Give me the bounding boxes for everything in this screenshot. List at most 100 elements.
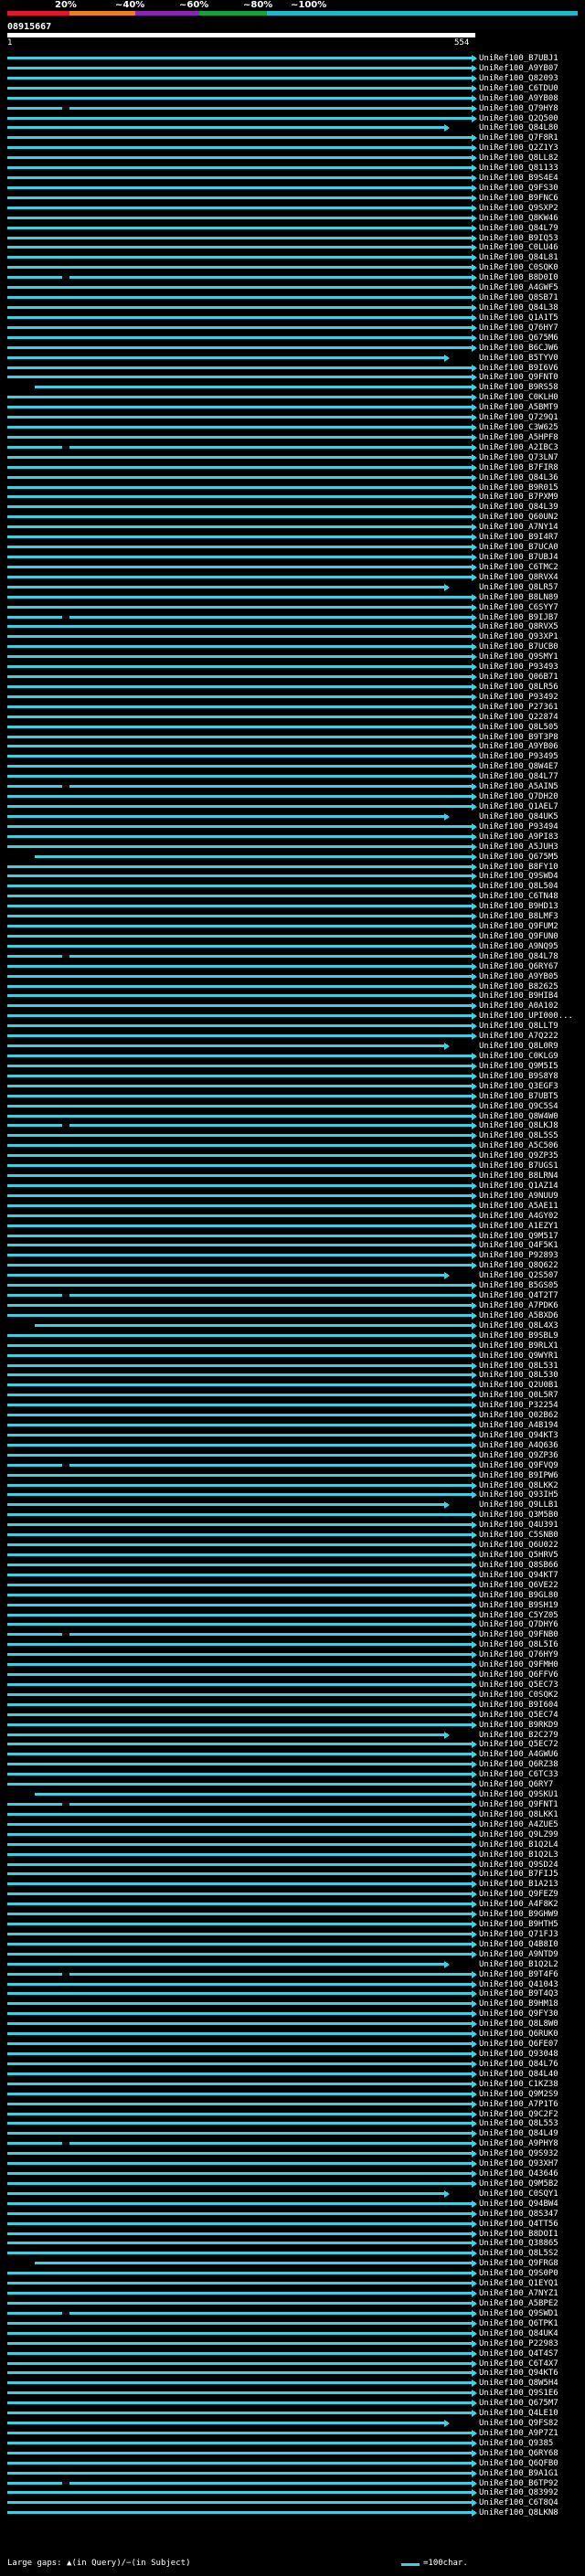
hit-alignment-line (7, 2062, 475, 2065)
hit-arrow-icon (472, 304, 477, 312)
hit-alignment-line (35, 1323, 475, 1327)
hit-arrow-icon (472, 1002, 477, 1011)
hit-alignment-line (7, 2002, 475, 2006)
hit-alignment-line (7, 834, 475, 838)
hit-arrow-icon (472, 653, 477, 662)
hit-alignment-line (7, 315, 475, 319)
hit-alignment-line (7, 256, 475, 260)
hit-arrow-icon (472, 1741, 477, 1749)
hit-alignment-line (7, 2422, 448, 2425)
identity-scale-bar: 20% ~40% ~60% ~80% ~100% (7, 0, 578, 18)
hit-alignment-line (7, 1164, 475, 1168)
hit-alignment-line (7, 2122, 475, 2125)
hit-alignment-line (7, 1154, 475, 1158)
hit-alignment-line (7, 2142, 475, 2146)
hit-alignment-line (7, 2282, 475, 2285)
hit-arrow-icon (472, 1990, 477, 1998)
hit-alignment-line (7, 2351, 475, 2355)
hit-arrow-icon (472, 394, 477, 402)
hit-alignment-line (7, 1872, 475, 1876)
hit-arrow-icon (472, 154, 477, 163)
hit-arrow-icon (472, 1053, 477, 1060)
hit-arrow-icon (472, 1122, 477, 1130)
hit-arrow-icon (472, 214, 477, 222)
hit-arrow-icon (472, 2240, 477, 2248)
hit-alignment-line (7, 546, 475, 549)
hit-alignment-line (7, 2012, 475, 2016)
hit-arrow-icon (472, 763, 477, 771)
hit-alignment-line (7, 376, 475, 379)
hit-arrow-icon (472, 793, 477, 801)
hit-alignment-line (7, 1852, 475, 1856)
hit-list: UniRef100_B7UBJ1 UniRef100_A9YB07 UniRef10… (0, 53, 585, 2552)
hit-alignment-line (7, 2102, 475, 2105)
hit-arrow-icon (472, 1601, 477, 1609)
hit-arrow-icon (472, 1302, 477, 1309)
hit-alignment-line (7, 1812, 475, 1816)
hit-alignment-line (7, 1264, 475, 1267)
hit-alignment-line (7, 2211, 475, 2215)
hit-alignment-line (7, 1972, 475, 1976)
hit-arrow-icon (472, 1023, 477, 1031)
hit-arrow-icon (472, 1311, 477, 1320)
hit-arrow-icon (472, 1701, 477, 1709)
hit-arrow-icon (472, 1901, 477, 1909)
hit-arrow-icon (472, 1581, 477, 1589)
hit-gap (62, 106, 69, 110)
hit-alignment-line (7, 1723, 475, 1726)
hit-arrow-icon (472, 2390, 477, 2398)
hit-alignment-line (7, 1114, 475, 1118)
hit-alignment-line (7, 1363, 475, 1367)
hit-gap (62, 2311, 69, 2315)
hit-arrow-icon (472, 923, 477, 931)
hit-arrow-icon (472, 1232, 477, 1240)
hit-arrow-icon (472, 1830, 477, 1839)
hit-arrow-icon (472, 2200, 477, 2208)
hit-alignment-line (7, 1333, 475, 1337)
hit-alignment-line (7, 1613, 475, 1617)
hit-arrow-icon (472, 1532, 477, 1540)
hit-alignment-line (7, 1084, 475, 1087)
hit-arrow-icon (472, 2509, 477, 2518)
hit-arrow-icon (472, 134, 477, 143)
hit-arrow-icon (472, 334, 477, 342)
hit-arrow-icon (472, 2210, 477, 2218)
scale-segment (69, 11, 135, 16)
hit-alignment-line (7, 944, 475, 948)
hit-alignment-line (7, 505, 475, 509)
hit-arrow-icon (472, 563, 477, 571)
hit-alignment-line (7, 455, 475, 459)
hit-alignment-line (7, 1842, 475, 1846)
hit-alignment-line (7, 1712, 475, 1716)
hit-arrow-icon (472, 1491, 477, 1500)
hit-arrow-icon (472, 2030, 477, 2039)
hit-alignment-line (7, 1433, 475, 1436)
hit-arrow-icon (472, 224, 477, 232)
hit-row[interactable]: UniRef100_Q8LKN8 (0, 2507, 585, 2518)
hit-label[interactable]: UniRef100_Q8LKN8 (479, 2507, 558, 2518)
hit-arrow-icon (472, 524, 477, 532)
hit-alignment-line (7, 2272, 475, 2275)
hit-arrow-icon (472, 2329, 477, 2337)
hit-alignment-line (7, 146, 475, 150)
hit-arrow-icon (472, 1721, 477, 1729)
hit-arrow-icon (472, 753, 477, 761)
hit-arrow-icon (472, 274, 477, 282)
hit-arrow-icon (472, 424, 477, 432)
hit-alignment-line (7, 1424, 475, 1427)
hit-arrow-icon (472, 1392, 477, 1400)
hit-arrow-icon (472, 473, 477, 482)
hit-arrow-icon (472, 972, 477, 981)
hit-arrow-icon (472, 1542, 477, 1550)
hit-arrow-icon (472, 1262, 477, 1270)
hit-arrow-icon (472, 2429, 477, 2437)
hit-alignment-line (7, 915, 475, 918)
hit-alignment-line (7, 2481, 475, 2485)
hit-alignment-line (7, 1055, 475, 1057)
hit-alignment-line (7, 495, 475, 499)
hit-arrow-icon (472, 1102, 477, 1110)
hit-arrow-icon (472, 822, 477, 831)
hit-arrow-icon (472, 2410, 477, 2418)
hit-alignment-line (7, 345, 475, 349)
hit-alignment-line (7, 1124, 475, 1128)
